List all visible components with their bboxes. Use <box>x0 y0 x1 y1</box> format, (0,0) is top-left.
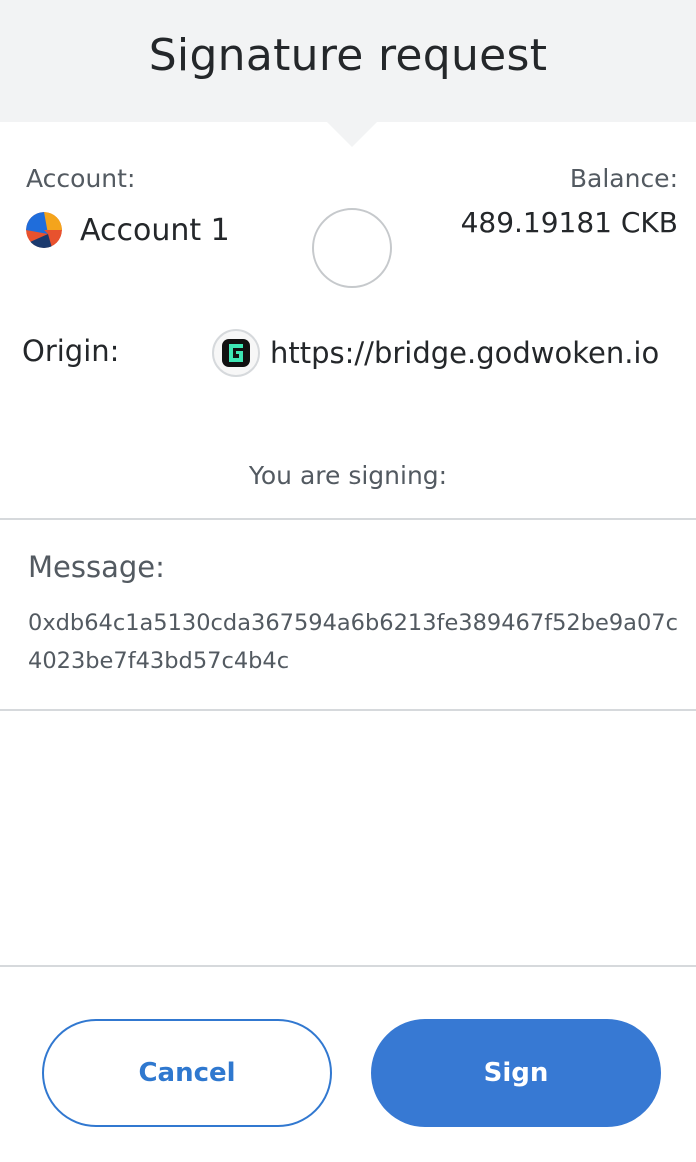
balance-value: 489.19181 CKB <box>460 206 678 239</box>
sign-button[interactable]: Sign <box>371 1019 661 1127</box>
signing-label: You are signing: <box>248 461 448 490</box>
godwoken-site-icon <box>212 329 260 377</box>
account-selector: Account 1 <box>26 210 230 250</box>
origin-url: https://bridge.godwoken.io <box>270 336 660 370</box>
divider-message-bottom <box>0 709 696 711</box>
account-name: Account 1 <box>80 212 230 248</box>
account-avatar-icon <box>26 212 62 248</box>
divider-footer <box>0 965 696 967</box>
message-label: Message: <box>28 550 165 584</box>
cancel-button[interactable]: Cancel <box>42 1019 332 1127</box>
signature-request-page: Signature request Account: Account 1 Bal… <box>0 0 696 1162</box>
identicon-placeholder <box>312 208 392 288</box>
origin-info: https://bridge.godwoken.io <box>212 328 659 378</box>
message-value: 0xdb64c1a5130cda367594a6b6213fe389467f52… <box>28 610 678 674</box>
header-notch <box>326 121 378 147</box>
header: Signature request <box>0 0 696 122</box>
balance-label: Balance: <box>569 164 678 193</box>
origin-label: Origin: <box>22 334 120 368</box>
divider-top <box>0 518 696 520</box>
account-label: Account: <box>26 164 136 193</box>
page-title: Signature request <box>148 30 548 81</box>
